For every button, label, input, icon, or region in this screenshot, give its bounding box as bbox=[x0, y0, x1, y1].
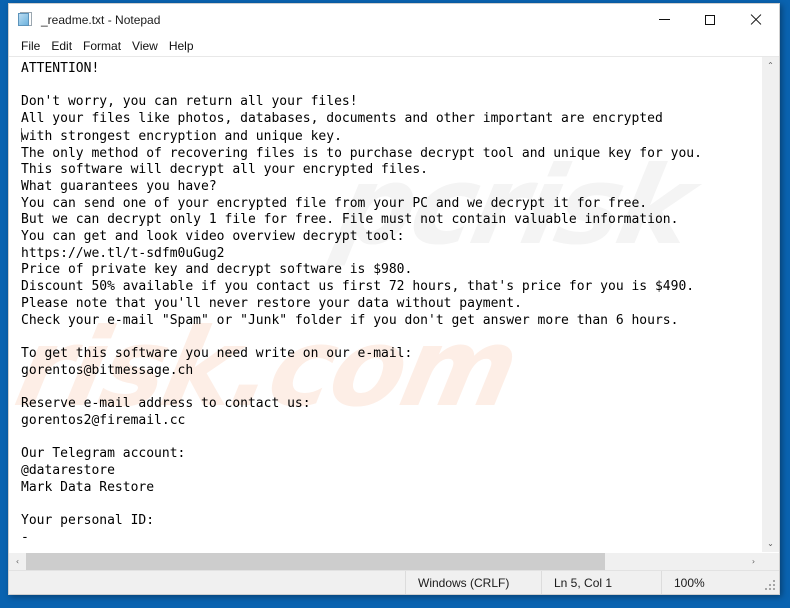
note-text-before-caret: ATTENTION! Don't worry, you can return a… bbox=[21, 61, 663, 127]
resize-grip-icon[interactable] bbox=[765, 580, 776, 591]
scroll-left-icon[interactable]: ‹ bbox=[9, 553, 26, 570]
status-zoom-level: 100% bbox=[661, 571, 779, 594]
editor-row: pcrisk risk.com ATTENTION! Don't worry, … bbox=[9, 57, 779, 552]
scrollbar-corner bbox=[762, 553, 779, 570]
text-editor[interactable]: pcrisk risk.com ATTENTION! Don't worry, … bbox=[9, 57, 761, 552]
menu-item-help[interactable]: Help bbox=[164, 37, 200, 55]
scroll-up-icon[interactable]: ⌃ bbox=[762, 57, 779, 74]
status-bar: Windows (CRLF) Ln 5, Col 1 100% bbox=[9, 570, 779, 594]
scroll-down-icon[interactable]: ⌄ bbox=[762, 535, 779, 552]
status-cursor-position: Ln 5, Col 1 bbox=[541, 571, 661, 594]
notepad-window: _readme.txt - Notepad File Edit Format V… bbox=[8, 3, 780, 595]
horizontal-scroll-track[interactable] bbox=[26, 553, 745, 570]
maximize-icon bbox=[705, 14, 715, 25]
menu-item-file[interactable]: File bbox=[16, 37, 46, 55]
horizontal-scroll-thumb[interactable] bbox=[26, 553, 605, 570]
title-bar[interactable]: _readme.txt - Notepad bbox=[9, 4, 779, 35]
minimize-button[interactable] bbox=[641, 4, 687, 35]
close-icon bbox=[750, 14, 762, 26]
vertical-scrollbar[interactable]: ⌃ ⌄ bbox=[761, 57, 779, 552]
menu-bar: File Edit Format View Help bbox=[9, 35, 779, 57]
menu-item-edit[interactable]: Edit bbox=[46, 37, 78, 55]
title-bar-left: _readme.txt - Notepad bbox=[9, 11, 641, 28]
menu-item-format[interactable]: Format bbox=[78, 37, 127, 55]
horizontal-scrollbar[interactable]: ‹ › bbox=[9, 552, 779, 570]
note-text-after-caret: with strongest encryption and unique key… bbox=[21, 128, 702, 545]
minimize-icon bbox=[658, 19, 670, 20]
ransom-note-text: ATTENTION! Don't worry, you can return a… bbox=[9, 57, 761, 546]
close-button[interactable] bbox=[733, 4, 779, 35]
menu-item-view[interactable]: View bbox=[127, 37, 164, 55]
window-title: _readme.txt - Notepad bbox=[41, 12, 161, 27]
window-controls bbox=[641, 4, 779, 35]
maximize-button[interactable] bbox=[687, 4, 733, 35]
editor-area: pcrisk risk.com ATTENTION! Don't worry, … bbox=[9, 57, 779, 570]
scroll-right-icon[interactable]: › bbox=[745, 553, 762, 570]
status-line-ending: Windows (CRLF) bbox=[405, 571, 541, 594]
notepad-document-icon bbox=[18, 11, 35, 28]
